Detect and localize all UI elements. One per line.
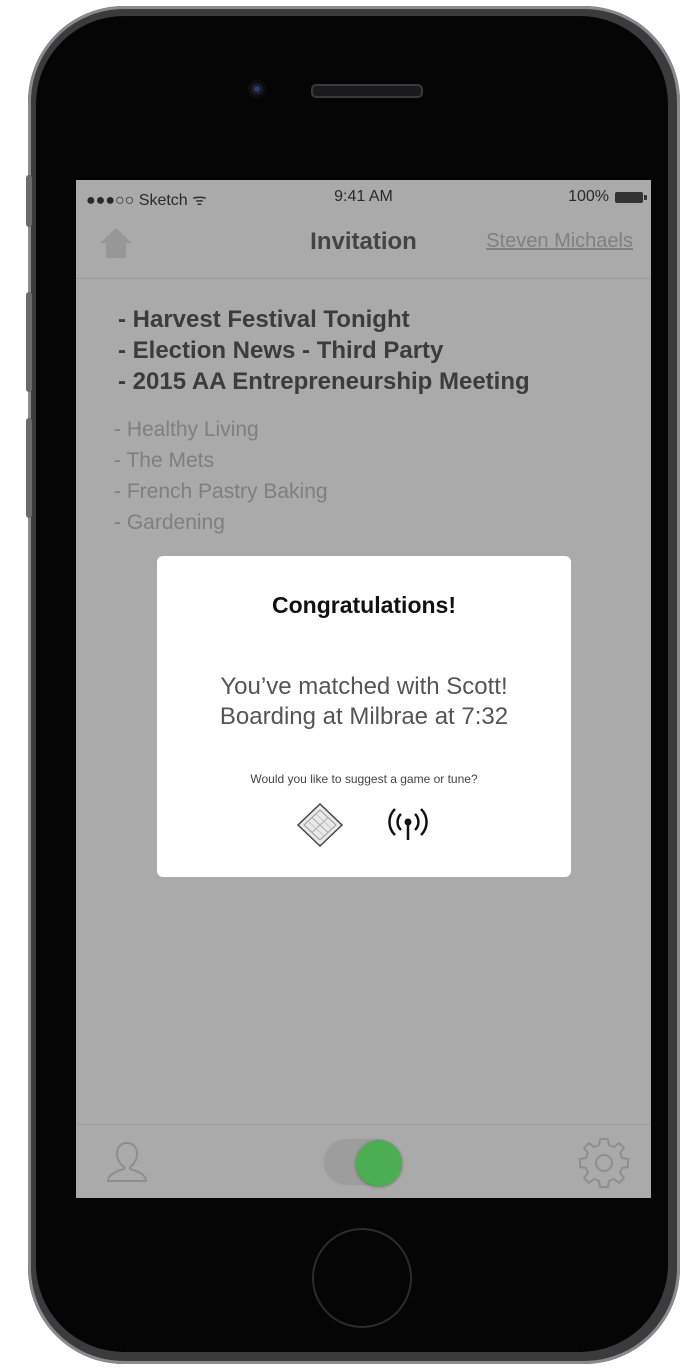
dialog-title: Congratulations!: [272, 592, 456, 618]
primary-topic-item[interactable]: - 2015 AA Entrepreneurship Meeting: [118, 366, 638, 397]
suggestion-prompt: Would you like to suggest a game or tune…: [250, 772, 478, 786]
navigation-bar: Invitation Steven Michaels: [76, 214, 651, 279]
match-dialog: Congratulations! You’ve matched with Sco…: [157, 556, 571, 877]
home-button[interactable]: [312, 1228, 412, 1328]
app-screen: ●●●○○ Sketch ᯤ 9:41 AM 100% Invitation S…: [76, 180, 651, 1198]
secondary-topic-item[interactable]: - French Pastry Baking: [114, 476, 328, 507]
volume-up-button: [26, 292, 32, 392]
primary-topic-item[interactable]: - Harvest Festival Tonight: [118, 304, 638, 335]
secondary-topic-item[interactable]: - Healthy Living: [114, 414, 328, 445]
battery-icon: [615, 191, 647, 203]
gear-icon[interactable]: [578, 1137, 630, 1189]
dialog-message: You’ve matched with Scott! Boarding at M…: [157, 672, 571, 732]
broadcast-icon[interactable]: [383, 802, 433, 848]
primary-topic-item[interactable]: - Election News - Third Party: [118, 335, 638, 366]
secondary-topics-list: - Healthy Living - The Mets - French Pas…: [114, 414, 328, 538]
secondary-topic-item[interactable]: - Gardening: [114, 507, 328, 538]
game-board-icon[interactable]: [295, 802, 345, 848]
front-camera: [248, 80, 266, 98]
battery-status: 100%: [568, 188, 647, 206]
mute-switch: [26, 175, 32, 227]
match-message: You’ve matched with Scott!: [220, 673, 508, 700]
earpiece-speaker: [311, 84, 423, 98]
primary-topics-list: - Harvest Festival Tonight - Election Ne…: [118, 304, 638, 397]
secondary-topic-item[interactable]: - The Mets: [114, 445, 328, 476]
volume-down-button: [26, 418, 32, 518]
dialog-actions: [157, 802, 571, 848]
user-link[interactable]: Steven Michaels: [486, 230, 633, 253]
tab-bar: [76, 1124, 651, 1198]
profile-icon[interactable]: [102, 1137, 152, 1187]
status-time: 9:41 AM: [334, 188, 393, 205]
toggle-knob: [356, 1140, 402, 1186]
matching-toggle[interactable]: [322, 1137, 402, 1187]
status-bar: ●●●○○ Sketch ᯤ 9:41 AM 100%: [76, 180, 651, 214]
boarding-message: Boarding at Milbrae at 7:32: [219, 703, 509, 730]
battery-percent: 100%: [568, 188, 609, 205]
